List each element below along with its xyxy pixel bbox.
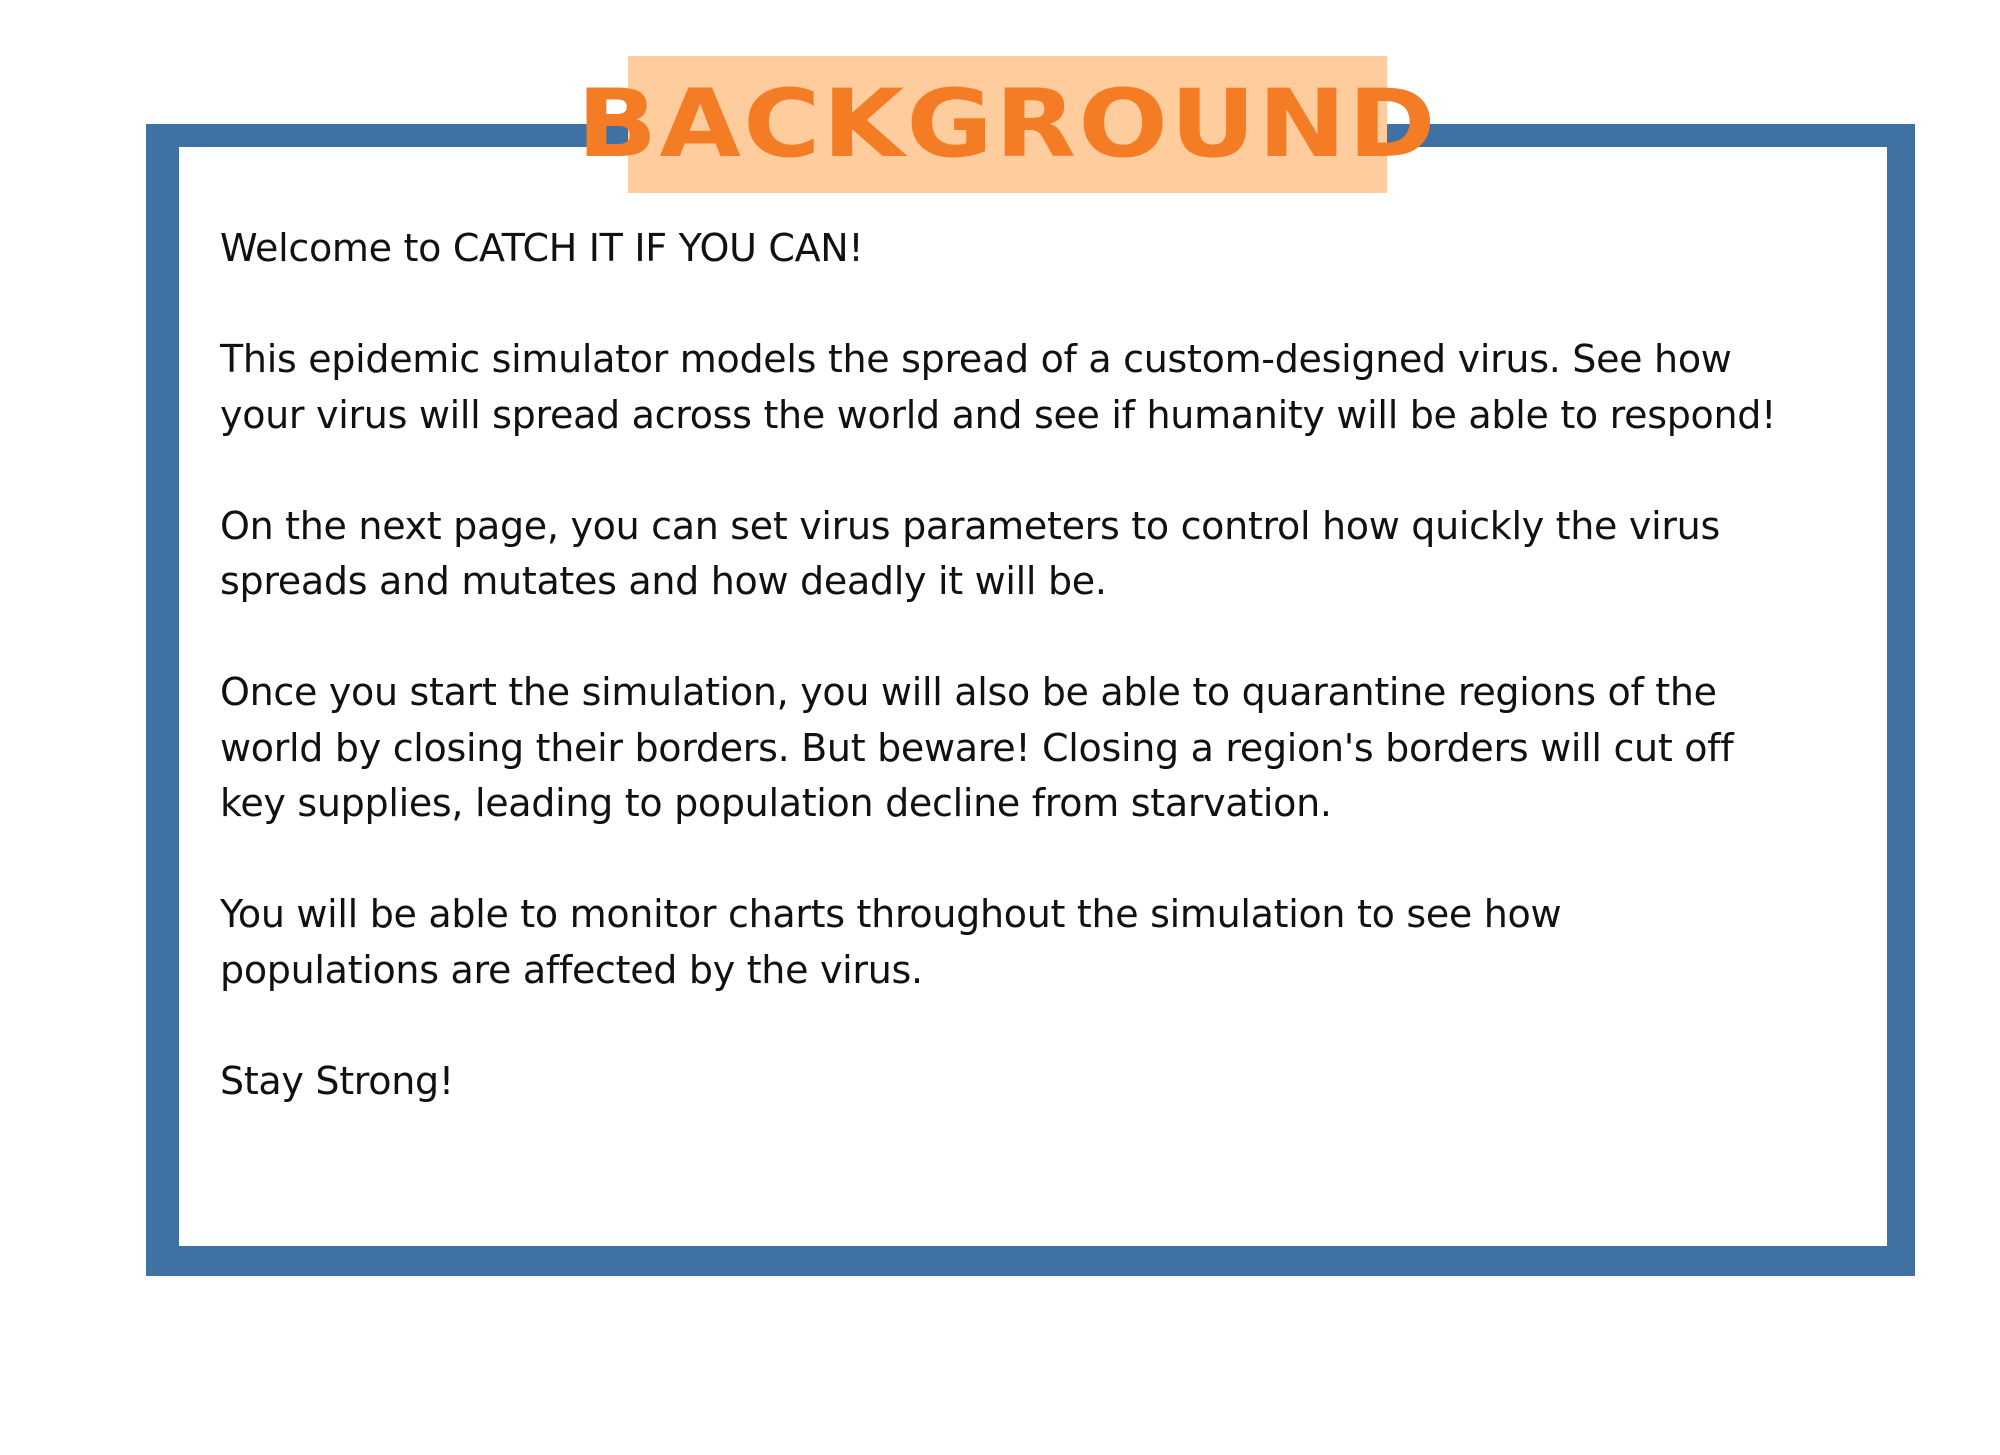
welcome-paragraph: Welcome to CATCH IT IF YOU CAN! [220,226,864,270]
parameters-paragraph: On the next page, you can set virus para… [220,503,1720,604]
charts-paragraph: You will be able to monitor charts throu… [220,892,1562,992]
closing-paragraph: Stay Strong! [220,1058,454,1103]
title-banner: BACKGROUND [577,56,1436,193]
background-text-body: Welcome to CATCH IT IF YOU CAN! This epi… [220,221,1870,1165]
quarantine-paragraph: Once you start the simulation, you will … [220,670,1734,825]
intro-paragraph: This epidemic simulator models the sprea… [220,337,1777,437]
page-title: BACKGROUND [577,69,1438,179]
